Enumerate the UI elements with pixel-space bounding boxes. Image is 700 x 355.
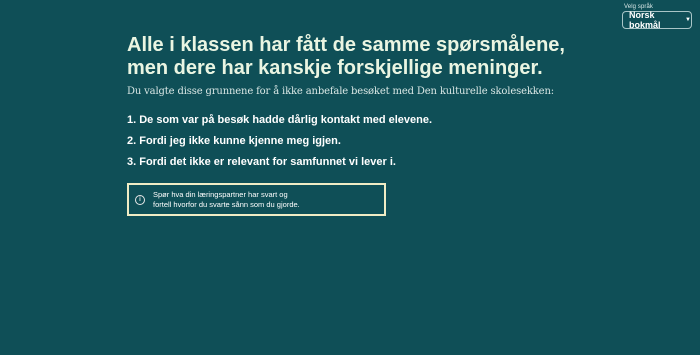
page-title: Alle i klassen har fått de samme spørsmå…	[127, 34, 647, 80]
info-text: Spør hva din læringspartner har svart og…	[153, 190, 300, 210]
chevron-down-icon: ▼	[685, 17, 691, 23]
page-title-line-1: Alle i klassen har fått de samme spørsmå…	[127, 34, 565, 56]
page-title-line-2: men dere har kanskje forskjellige mening…	[127, 57, 543, 79]
reason-item: 2. Fordi jeg ikke kunne kjenne meg igjen…	[127, 135, 341, 147]
info-text-line-1: Spør hva din læringspartner har svart og	[153, 189, 288, 199]
subtitle: Du valgte disse grunnene for å ikke anbe…	[127, 86, 554, 97]
reasons-list: 1. De som var på besøk hadde dårlig kont…	[127, 113, 647, 169]
main-content: Alle i klassen har fått de samme spørsmå…	[127, 34, 647, 176]
reason-item: 3. Fordi det ikke er relevant for samfun…	[127, 156, 396, 168]
info-text-line-2: fortell hvorfor du svarte sånn som du gj…	[153, 199, 300, 209]
reason-item: 1. De som var på besøk hadde dårlig kont…	[127, 114, 433, 126]
info-box: i Spør hva din læringspartner har svart …	[127, 183, 386, 216]
language-select[interactable]: Norsk bokmål ▼	[622, 10, 692, 30]
language-selected: Norsk bokmål	[629, 10, 661, 30]
info-icon: i	[135, 194, 145, 205]
